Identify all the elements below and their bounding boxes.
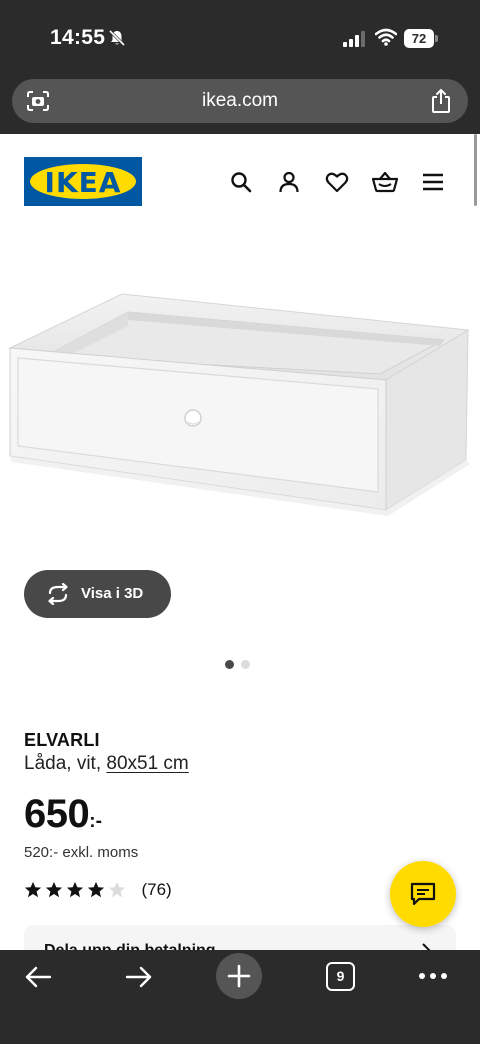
price-amount: 650 <box>24 792 90 836</box>
battery-indicator: 72 <box>404 29 438 48</box>
account-icon[interactable] <box>277 170 301 194</box>
site-header: IKEA <box>0 134 480 234</box>
view-in-3d-label: Visa i 3D <box>81 585 144 602</box>
price-suffix: :- <box>89 811 102 832</box>
rotate-3d-icon <box>48 583 68 605</box>
product-size-link[interactable]: 80x51 cm <box>106 753 188 774</box>
price-excl-vat: 520:- exkl. moms <box>24 844 139 861</box>
plus-icon <box>227 964 251 988</box>
product-rating[interactable]: (76) <box>24 880 172 902</box>
view-in-3d-button[interactable]: Visa i 3D <box>24 570 171 618</box>
heart-icon[interactable] <box>325 170 349 194</box>
search-icon[interactable] <box>229 170 253 194</box>
status-time: 14:55 <box>50 26 106 49</box>
more-options-icon[interactable] <box>418 972 448 980</box>
tab-switcher-button[interactable]: 9 <box>326 962 355 991</box>
chat-button[interactable] <box>390 861 456 927</box>
status-bar: 14:55 72 <box>0 0 480 78</box>
star-filled-icon <box>87 881 105 898</box>
ikea-logo[interactable]: IKEA <box>24 157 142 206</box>
wifi-icon <box>375 28 397 46</box>
carousel-dot-active[interactable] <box>225 660 234 669</box>
cart-icon[interactable] <box>372 170 398 194</box>
logo-text: IKEA <box>44 166 122 199</box>
url-text[interactable]: ikea.com <box>12 90 468 112</box>
forward-arrow-icon[interactable] <box>125 965 153 989</box>
address-bar[interactable]: ikea.com <box>12 79 468 123</box>
product-description: Låda, vit, 80x51 cm <box>24 753 189 775</box>
product-image-drawer[interactable] <box>0 234 480 570</box>
review-count: (76) <box>141 880 172 899</box>
product-name: ELVARLI <box>24 730 100 750</box>
star-filled-icon <box>66 881 84 898</box>
product-price: 650:- <box>24 792 102 837</box>
share-icon[interactable] <box>430 88 452 114</box>
browser-address-row: ikea.com <box>0 78 480 134</box>
product-type: Låda, vit, <box>24 753 107 774</box>
signal-icon <box>343 31 365 47</box>
browser-toolbar: 9 <box>0 950 480 1044</box>
back-arrow-icon[interactable] <box>24 965 52 989</box>
star-filled-icon <box>24 881 42 898</box>
menu-icon[interactable] <box>421 170 445 194</box>
new-tab-button[interactable] <box>216 953 262 999</box>
battery-level: 72 <box>404 29 434 48</box>
chat-icon <box>410 882 436 906</box>
carousel-dots <box>225 656 257 674</box>
star-empty-icon <box>108 881 126 898</box>
carousel-dot[interactable] <box>241 660 250 669</box>
page-scrollbar[interactable] <box>474 134 477 206</box>
bell-muted-icon <box>108 29 126 47</box>
star-filled-icon <box>45 881 63 898</box>
